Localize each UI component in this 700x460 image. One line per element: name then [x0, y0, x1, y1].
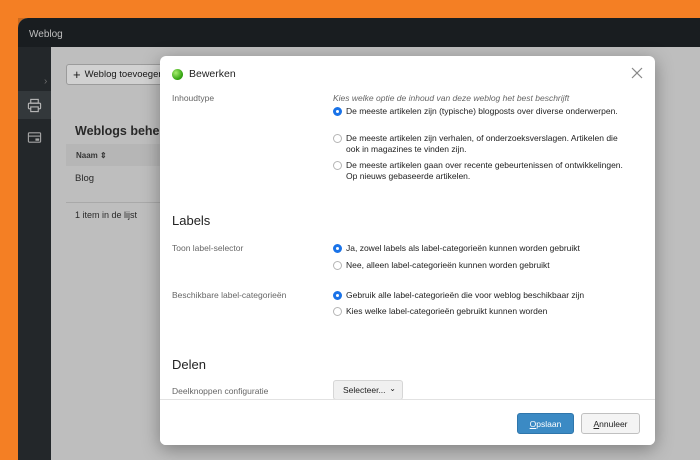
label-categories-option-all[interactable]: Gebruik alle label-categorieën die voor … [333, 290, 633, 301]
label-selector-option-no[interactable]: Nee, alleen label-categorieën kunnen wor… [333, 260, 633, 271]
radio-selected[interactable] [333, 244, 342, 253]
label-selector-option-yes[interactable]: Ja, zowel labels als label-categorieën k… [333, 243, 633, 254]
cancel-button[interactable]: Annuleer [581, 413, 640, 434]
edit-dialog: Bewerken Inhoudtype Kies welke optie de … [160, 56, 655, 445]
radio-unselected[interactable] [333, 161, 342, 170]
radio-unselected[interactable] [333, 134, 342, 143]
label-selector-label: Toon label-selector [172, 243, 244, 253]
chevron-down-icon: ⌄ [389, 384, 396, 393]
content-type-hint: Kies welke optie de inhoud van deze webl… [333, 93, 570, 103]
save-button[interactable]: Opslaan [517, 413, 574, 434]
content-type-option-blogposts[interactable]: De meeste artikelen zijn (typische) blog… [333, 106, 633, 117]
section-title-share: Delen [172, 357, 206, 372]
label-categories-option-choose[interactable]: Kies welke label-categorieën gebruikt ku… [333, 306, 633, 317]
content-type-option-stories[interactable]: De meeste artikelen zijn verhalen, of on… [333, 133, 633, 155]
share-config-select[interactable]: Selecteer... ⌄ [333, 380, 403, 399]
dialog-title: Bewerken [189, 68, 236, 80]
radio-selected[interactable] [333, 107, 342, 116]
dialog-header: Bewerken [172, 68, 236, 80]
share-config-label: Deelknoppen configuratie [172, 386, 269, 396]
label-categories-label: Beschikbare label-categorieën [172, 290, 287, 300]
dialog-body: Inhoudtype Kies welke optie de inhoud va… [160, 93, 655, 399]
radio-unselected[interactable] [333, 261, 342, 270]
status-dot-icon [172, 68, 183, 80]
radio-unselected[interactable] [333, 307, 342, 316]
section-title-labels: Labels [172, 213, 211, 228]
content-type-label: Inhoudtype [172, 93, 215, 103]
close-icon[interactable] [631, 67, 643, 79]
radio-selected[interactable] [333, 291, 342, 300]
content-type-option-news[interactable]: De meeste artikelen gaan over recente ge… [333, 160, 633, 182]
dialog-footer: Opslaan Annuleer [160, 399, 655, 445]
